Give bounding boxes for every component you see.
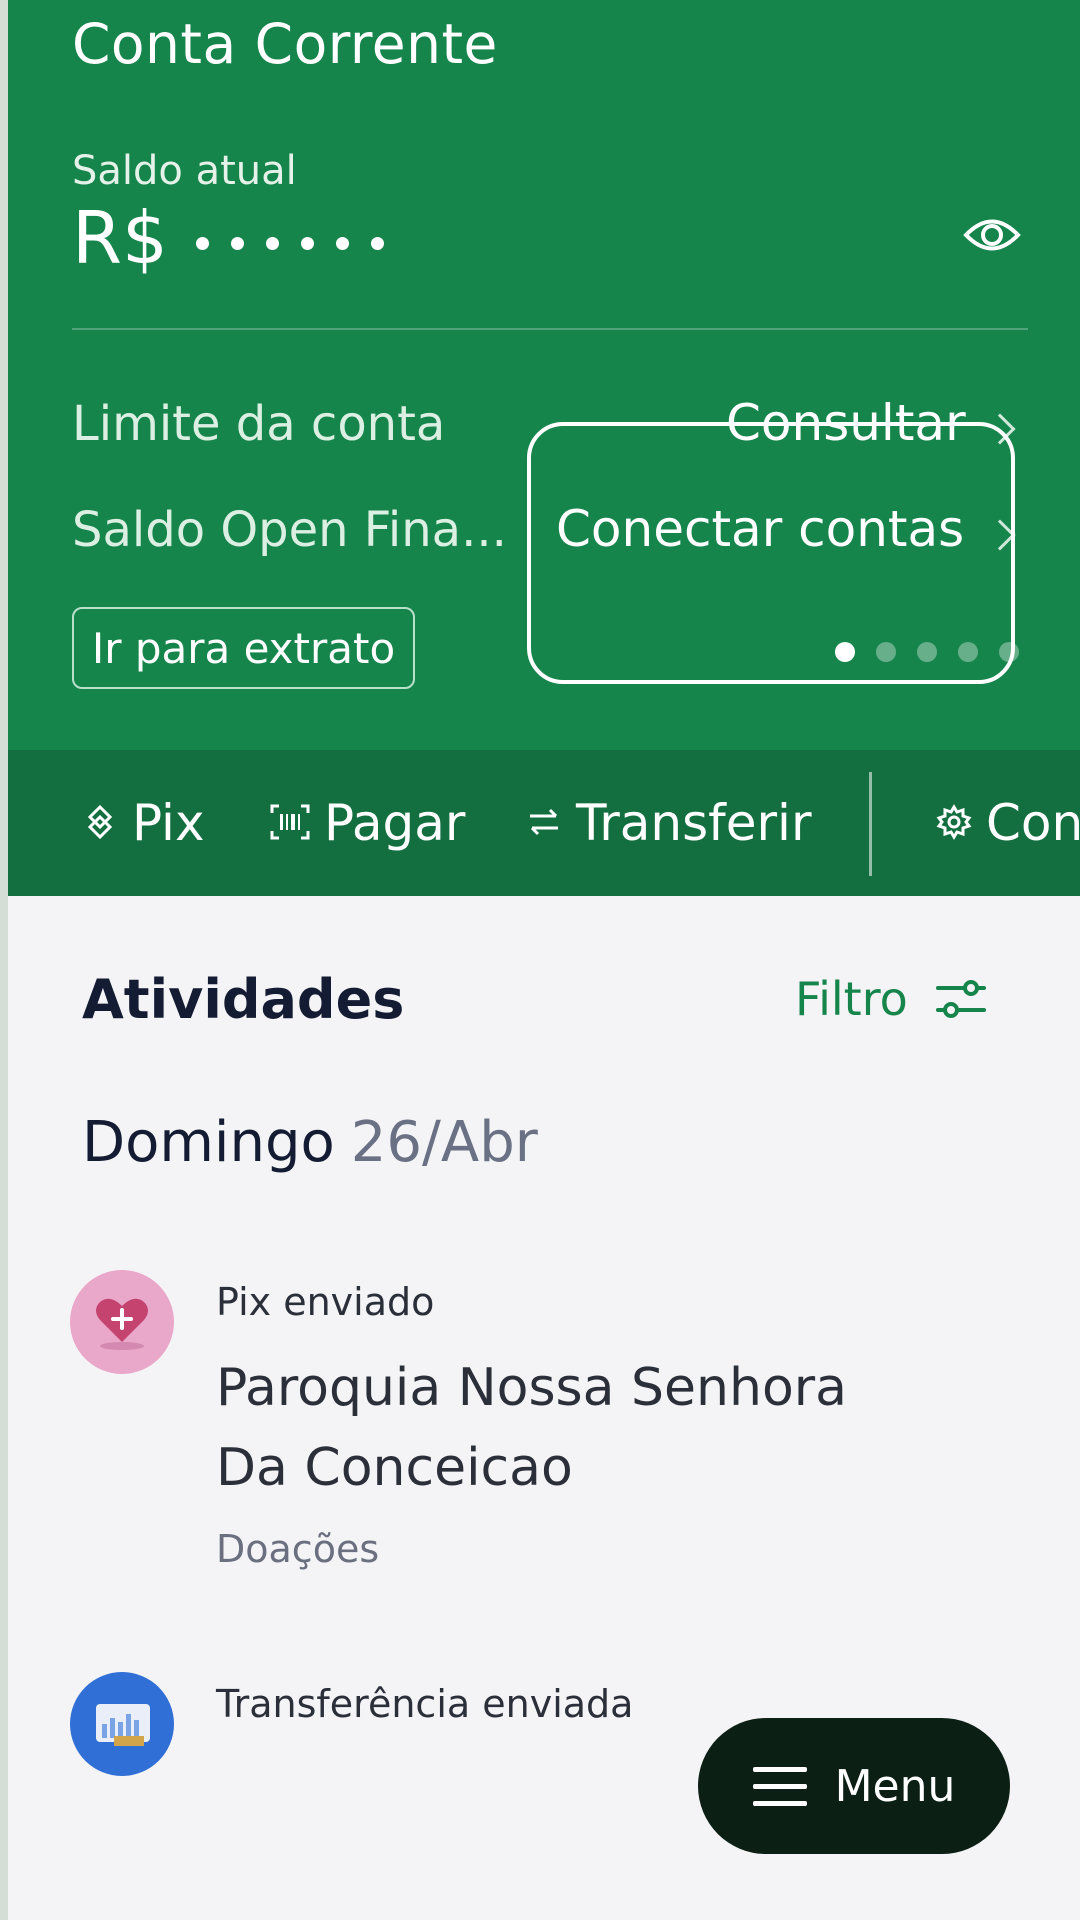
gear-icon bbox=[936, 794, 972, 852]
pay-button[interactable]: Pagar bbox=[270, 750, 465, 896]
sliders-icon bbox=[935, 980, 986, 1018]
day-header: Domingo 26/Abr bbox=[82, 1110, 538, 1175]
limit-label: Limite da conta bbox=[72, 396, 446, 452]
eye-icon[interactable] bbox=[963, 210, 1021, 260]
transfer-button[interactable]: Transferir bbox=[526, 750, 812, 896]
pager-dot[interactable] bbox=[958, 642, 978, 662]
hidden-balance-dots bbox=[195, 236, 384, 250]
carousel-pager bbox=[835, 642, 1019, 662]
balance-label: Saldo atual bbox=[72, 148, 297, 194]
pager-dot[interactable] bbox=[835, 642, 855, 662]
monitor-chart-icon bbox=[70, 1672, 174, 1776]
filter-button[interactable]: Filtro bbox=[795, 972, 988, 1026]
config-button[interactable]: Con bbox=[936, 750, 1080, 896]
action-bar-separator bbox=[869, 772, 872, 876]
account-header: Conta Corrente Saldo atual R$ Limite da … bbox=[8, 0, 1080, 750]
transfer-icon bbox=[526, 794, 562, 852]
menu-label: Menu bbox=[834, 1760, 956, 1812]
transaction-type: Transferência enviada bbox=[216, 1682, 634, 1726]
activities-title: Atividades bbox=[82, 968, 405, 1031]
filter-label: Filtro bbox=[795, 972, 908, 1026]
day-date: 26/Abr bbox=[350, 1110, 538, 1175]
account-title: Conta Corrente bbox=[72, 12, 498, 76]
pix-button[interactable]: Pix bbox=[82, 750, 205, 896]
currency-symbol: R$ bbox=[72, 196, 168, 280]
open-finance-label: Saldo Open Fina... bbox=[72, 502, 507, 558]
pager-dot[interactable] bbox=[876, 642, 896, 662]
transaction-category: Doações bbox=[216, 1527, 380, 1571]
pager-dot[interactable] bbox=[999, 642, 1019, 662]
heart-plus-icon bbox=[70, 1270, 174, 1374]
go-to-statement-button[interactable]: Ir para extrato bbox=[72, 607, 415, 689]
pix-label: Pix bbox=[132, 794, 205, 852]
quick-actions-bar: Pix Pagar Transferir Con bbox=[8, 750, 1080, 896]
hamburger-icon bbox=[752, 1766, 807, 1806]
weekday: Domingo bbox=[82, 1110, 335, 1175]
balance-value: R$ bbox=[72, 196, 384, 280]
left-edge-strip bbox=[0, 0, 8, 1920]
pay-label: Pagar bbox=[324, 794, 466, 852]
pager-dot[interactable] bbox=[917, 642, 937, 662]
barcode-icon bbox=[270, 794, 310, 852]
header-divider bbox=[72, 328, 1028, 330]
transfer-label: Transferir bbox=[576, 794, 812, 852]
config-label: Con bbox=[986, 794, 1080, 852]
transaction-type: Pix enviado bbox=[216, 1280, 435, 1324]
pix-icon bbox=[82, 794, 118, 852]
transaction-name: Paroquia Nossa Senhora Da Conceicao bbox=[216, 1358, 848, 1498]
menu-button[interactable]: Menu bbox=[698, 1718, 1010, 1854]
